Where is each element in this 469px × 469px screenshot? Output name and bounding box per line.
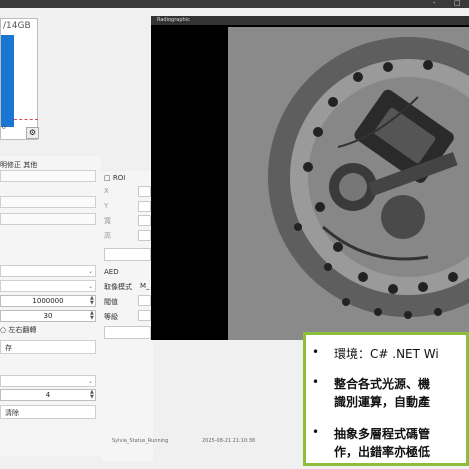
clear-label: 清除 bbox=[5, 409, 19, 417]
roi-y-label: Y bbox=[104, 202, 109, 210]
xray-image[interactable] bbox=[228, 27, 469, 340]
roi-x-label: X bbox=[104, 187, 109, 195]
chart-footer-label: o bbox=[2, 124, 6, 131]
chart-title: /14GB bbox=[3, 21, 31, 31]
threshold-line bbox=[14, 119, 38, 120]
roi-apply-button[interactable] bbox=[104, 248, 151, 261]
bullet-dot: • bbox=[312, 345, 320, 359]
settings-row[interactable] bbox=[0, 196, 96, 208]
callout-line-1: 環境：C# .NET Wi bbox=[334, 347, 439, 361]
info-callout: • 環境：C# .NET Wi • 整合各式光源、機 識別運算，自動產 • 抽象… bbox=[303, 332, 469, 466]
save-label: 存 bbox=[5, 344, 12, 352]
callout-line-3a: 抽象多層程式碼管 bbox=[334, 427, 431, 441]
dropdown[interactable]: ⌄ bbox=[0, 265, 96, 277]
viewer-title: Radiographic bbox=[151, 16, 469, 25]
roi-x-input[interactable] bbox=[138, 186, 151, 197]
aed-header: AED bbox=[104, 268, 119, 276]
settings-tabs[interactable]: 明修正 其他 bbox=[0, 160, 37, 170]
minimize-button[interactable]: - bbox=[433, 0, 436, 7]
roi-title: ROI bbox=[112, 174, 126, 182]
save-button[interactable]: 存 bbox=[0, 340, 96, 354]
chevron-down-icon: ⌄ bbox=[88, 283, 94, 290]
settings-row[interactable] bbox=[0, 213, 96, 225]
bullet-dot: • bbox=[312, 425, 320, 439]
dropdown[interactable]: ⌄ bbox=[0, 280, 96, 292]
threshold-label: 閥值 bbox=[104, 298, 118, 306]
roi-h-input[interactable] bbox=[138, 230, 151, 241]
roi-y-input[interactable] bbox=[138, 201, 151, 212]
flip-radio[interactable]: ○ 左右翻轉 bbox=[0, 325, 36, 335]
status-timestamp: 2025-08-21 21:10:38 bbox=[202, 438, 256, 444]
count-input[interactable]: 4 bbox=[0, 389, 96, 401]
roi-h-label: 高 bbox=[104, 232, 111, 240]
gear-icon[interactable]: ⚙ bbox=[26, 127, 39, 139]
callout-line-2b: 識別運算，自動產 bbox=[334, 395, 431, 409]
callout-line-2a: 整合各式光源、機 bbox=[334, 377, 431, 391]
dropdown[interactable]: ⌄ bbox=[0, 375, 96, 387]
mode-value[interactable]: M_ bbox=[140, 282, 150, 290]
threshold-input[interactable] bbox=[138, 295, 151, 306]
status-text: Sylvia_Status_Running bbox=[112, 438, 169, 444]
roi-w-input[interactable] bbox=[138, 215, 151, 226]
status-bar: Sylvia_Status_Running 2025-08-21 21:10:3… bbox=[0, 436, 305, 448]
mode-label: 取像模式 bbox=[104, 283, 132, 291]
bullet-dot: • bbox=[312, 375, 320, 389]
chevron-down-icon: ⌄ bbox=[88, 378, 94, 385]
xray-viewer-window: Radiographic bbox=[151, 16, 469, 340]
number-input[interactable]: 1000000 bbox=[0, 295, 96, 307]
spin-buttons[interactable]: ▲ ▼ bbox=[90, 390, 94, 400]
clear-button[interactable]: 清除 bbox=[0, 405, 96, 419]
aed-apply-button[interactable] bbox=[104, 326, 151, 339]
title-bar: - □ bbox=[0, 0, 469, 8]
level-input[interactable] bbox=[138, 310, 151, 321]
callout-line-3b: 作，出錯率亦極低 bbox=[334, 445, 431, 459]
roi-w-label: 寬 bbox=[104, 217, 111, 225]
number-input[interactable]: 30 bbox=[0, 310, 96, 322]
spin-buttons[interactable]: ▲ ▼ bbox=[90, 296, 94, 306]
level-label: 等級 bbox=[104, 313, 118, 321]
roi-header: □ ROI bbox=[104, 174, 126, 182]
chevron-down-icon: ⌄ bbox=[88, 268, 94, 275]
memory-bar bbox=[1, 35, 14, 127]
spin-buttons[interactable]: ▲ ▼ bbox=[90, 311, 94, 321]
memory-chart-panel: /14GB bbox=[0, 18, 38, 140]
settings-row[interactable] bbox=[0, 170, 96, 182]
maximize-button[interactable]: □ bbox=[454, 0, 461, 7]
